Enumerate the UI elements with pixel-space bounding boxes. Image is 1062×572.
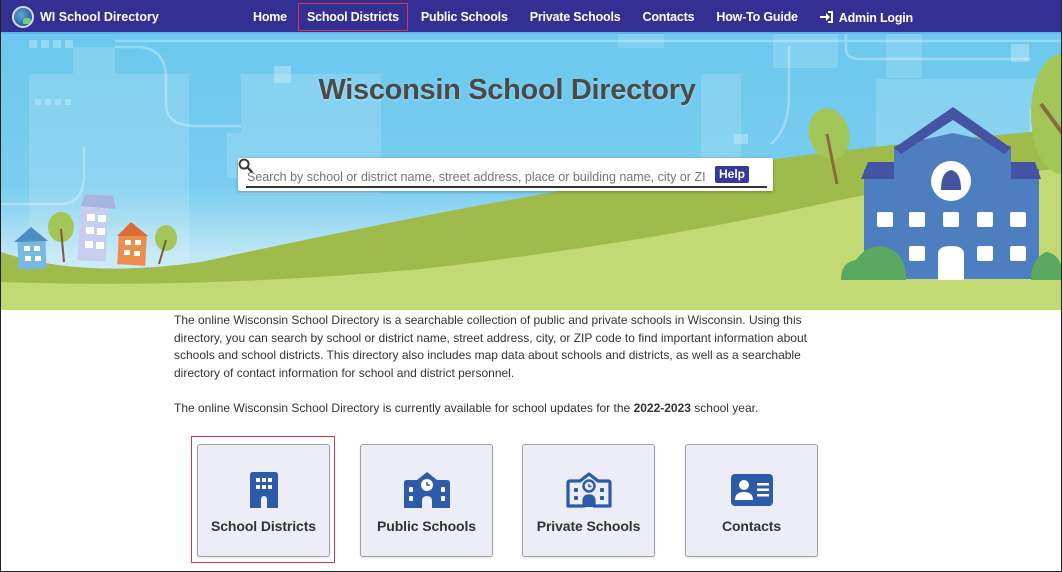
page-frame: WI School Directory Home School District… [0, 0, 1062, 572]
intro-text: The online Wisconsin School Directory is… [174, 312, 844, 436]
search-input[interactable] [246, 167, 706, 187]
tile-label: School Districts [211, 518, 316, 534]
top-nav: WI School Directory Home School District… [1, 0, 1061, 34]
school-icon [403, 472, 450, 508]
nav-public-schools[interactable]: Public Schools [413, 4, 516, 30]
id-card-icon [730, 474, 773, 506]
nav-home[interactable]: Home [245, 4, 295, 30]
admin-login-label: Admin Login [838, 10, 913, 25]
building-icon [249, 472, 278, 508]
tile-label: Public Schools [377, 518, 476, 534]
school-year: 2022-2023 [633, 401, 691, 415]
availability-paragraph: The online Wisconsin School Directory is… [174, 400, 844, 418]
search-box: Help [238, 158, 773, 191]
tile-contacts[interactable]: Contacts [685, 444, 818, 557]
brand-link[interactable]: WI School Directory [12, 6, 159, 28]
brand-title: WI School Directory [40, 10, 159, 24]
nav-admin-login[interactable]: Admin Login [812, 4, 921, 31]
tile-label: Private Schools [536, 518, 641, 534]
sign-in-icon [819, 10, 834, 25]
page-title: Wisconsin School Directory [318, 74, 696, 106]
tile-school-districts[interactable]: School Districts [197, 444, 330, 557]
nav-private-schools[interactable]: Private Schools [522, 4, 629, 30]
tile-label: Contacts [721, 518, 782, 534]
nav-how-to-guide[interactable]: How-To Guide [708, 4, 805, 30]
search-underline [246, 186, 767, 188]
nav-contacts[interactable]: Contacts [635, 4, 703, 30]
tile-private-schools[interactable]: Private Schools [522, 444, 655, 557]
tile-public-schools[interactable]: Public Schools [360, 444, 493, 557]
school-outline-icon [565, 472, 612, 508]
nav-school-districts[interactable]: School Districts [297, 3, 408, 31]
intro-paragraph: The online Wisconsin School Directory is… [174, 313, 807, 380]
globe-logo-icon [12, 6, 34, 28]
availability-suffix: school year. [690, 401, 759, 415]
help-button[interactable]: Help [715, 166, 749, 183]
magnifier-icon[interactable] [238, 158, 253, 173]
nav-links: Home School Districts Public Schools Pri… [241, 0, 923, 34]
availability-prefix: The online Wisconsin School Directory is… [174, 401, 634, 415]
hero-banner: Wisconsin School Directory Help [1, 34, 1061, 310]
